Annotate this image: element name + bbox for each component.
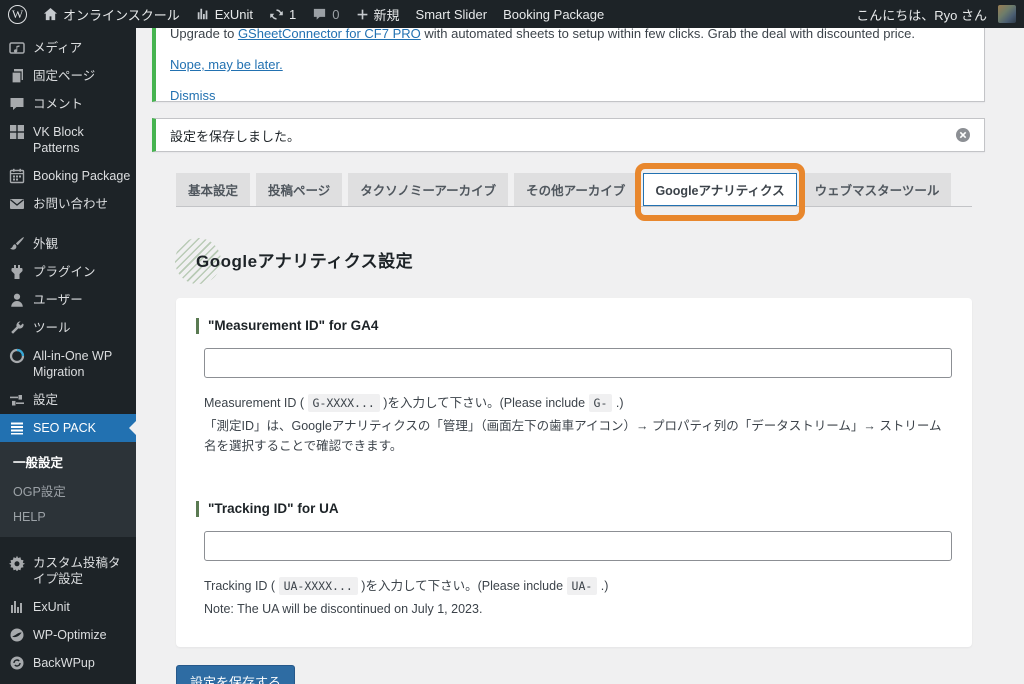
- ga4-section-title: "Measurement ID" for GA4: [196, 318, 952, 334]
- save-settings-button[interactable]: 設定を保存する: [176, 665, 296, 684]
- seo-pack-submenu: 一般設定 OGP設定 HELP: [0, 442, 136, 537]
- content-area: Upgrade to GSheetConnector for CF7 PRO w…: [136, 14, 1024, 684]
- submenu-item-help[interactable]: HELP: [0, 505, 136, 529]
- analytics-settings-card: "Measurement ID" for GA4 Measurement ID …: [176, 298, 972, 648]
- sidebar-item-custom-post-type[interactable]: カスタム投稿タイプ設定: [0, 549, 136, 593]
- sidebar-item-wp-optimize[interactable]: WP-Optimize: [0, 621, 136, 649]
- ua-section-title: "Tracking ID" for UA: [196, 500, 952, 517]
- submenu-item-ogp-settings[interactable]: OGP設定: [0, 476, 136, 505]
- sidebar-item-pages[interactable]: 固定ページ: [0, 62, 136, 90]
- saved-notice: 設定を保存しました。: [152, 118, 985, 152]
- wordpress-admin-screen: W オンラインスクール ExUnit 1 0 新規 Smart Slider B…: [0, 0, 1024, 684]
- sidebar-item-aio-wp-migration[interactable]: All-in-One WP Migration: [0, 342, 136, 386]
- wordpress-logo-icon: W: [8, 4, 27, 24]
- envelope-icon: [10, 199, 24, 209]
- new-content-button[interactable]: 新規: [348, 0, 408, 28]
- sidebar-item-appearance[interactable]: 外観: [0, 230, 136, 258]
- greeting-text: こんにちは、Ryo さん: [856, 7, 987, 23]
- promo-dismiss-link[interactable]: Dismiss: [170, 88, 216, 101]
- sidebar-item-tools[interactable]: ツール: [0, 314, 136, 342]
- migration-icon: [9, 348, 25, 364]
- exunit-toolbar-item[interactable]: ExUnit: [188, 0, 261, 28]
- gear-icon: [9, 555, 25, 571]
- sidebar-item-plugins[interactable]: プラグイン: [0, 258, 136, 286]
- grid-icon: [10, 125, 24, 139]
- pages-icon: [11, 69, 23, 84]
- sidebar-item-backwpup[interactable]: BackWPup: [0, 649, 136, 677]
- sidebar-item-seo-pack[interactable]: SEO PACK: [0, 414, 136, 442]
- backwpup-icon: [10, 656, 24, 670]
- measurement-id-input[interactable]: [204, 348, 952, 378]
- calendar-icon: [9, 168, 25, 184]
- sidebar-item-booking-package[interactable]: Booking Package: [0, 162, 136, 190]
- ga4-code-sample: G-XXXX...: [307, 394, 380, 412]
- media-icon: [9, 42, 25, 54]
- exunit-menu-icon: [11, 601, 22, 613]
- sidebar-item-vk-block-patterns[interactable]: VK Block Patterns: [0, 118, 136, 162]
- ga4-help-text: 「測定ID」は、Googleアナリティクスの「管理」（画面左下の歯車アイコン）→…: [204, 418, 942, 454]
- paintbrush-icon: [10, 237, 24, 250]
- updates-icon: [270, 8, 283, 20]
- admin-menu: メディア 固定ページ コメント VK Block Patterns Bookin…: [0, 28, 136, 684]
- updates-indicator[interactable]: 1: [261, 0, 304, 28]
- tab-basic-settings[interactable]: 基本設定: [176, 173, 251, 206]
- tab-taxonomy-archive[interactable]: タクソノミーアーカイブ: [348, 173, 509, 206]
- wrench-icon: [11, 321, 24, 334]
- seo-pack-icon: [11, 422, 23, 435]
- nope-later-link[interactable]: Nope, may be later.: [170, 57, 283, 72]
- user-icon: [11, 293, 23, 307]
- tracking-id-input[interactable]: [204, 530, 952, 561]
- saved-notice-text: 設定を保存しました。: [170, 128, 301, 144]
- sidebar-item-comments[interactable]: コメント: [0, 90, 136, 118]
- ua-prefix-code: UA-: [566, 576, 598, 595]
- comments-indicator[interactable]: 0: [304, 0, 347, 28]
- admin-bar-right: こんにちは、Ryo さん: [848, 0, 1024, 28]
- tab-webmaster-tools[interactable]: ウェブマスターツール: [802, 173, 952, 206]
- tab-other-archive[interactable]: その他アーカイブ: [514, 173, 638, 206]
- updates-count: 1: [289, 6, 297, 22]
- ua-description: Tracking ID ( UA-XXXX... )を入力して下さい。(Plea…: [204, 576, 609, 595]
- booking-package-toolbar-item[interactable]: Booking Package: [495, 0, 612, 28]
- sidebar-item-users[interactable]: ユーザー: [0, 286, 136, 314]
- site-name-link[interactable]: オンラインスクール: [35, 0, 188, 28]
- settings-icon: [10, 395, 24, 406]
- ga4-prefix-code: G-: [588, 394, 613, 412]
- ua-code-sample: UA-XXXX...: [278, 576, 358, 595]
- comment-icon: [314, 8, 326, 20]
- sidebar-item-exunit[interactable]: ExUnit: [0, 593, 136, 621]
- close-circle-icon: [956, 128, 970, 142]
- plus-icon: [357, 9, 367, 19]
- home-icon: [43, 7, 58, 20]
- promo-upgrade-link[interactable]: GSheetConnector for CF7 PRO: [238, 26, 421, 41]
- submenu-item-general-settings[interactable]: 一般設定: [0, 447, 136, 476]
- comments-icon: [10, 98, 24, 110]
- settings-wrap: 基本設定 投稿ページ タクソノミーアーカイブ その他アーカイブ Googleアナ…: [175, 163, 972, 684]
- settings-tabs: 基本設定 投稿ページ タクソノミーアーカイブ その他アーカイブ Googleアナ…: [176, 163, 972, 221]
- exunit-icon: [197, 8, 208, 20]
- dismiss-notice-button[interactable]: [950, 122, 976, 148]
- sidebar-item-smart-slider[interactable]: Smart Slider: [0, 677, 136, 684]
- admin-bar-left: W オンラインスクール ExUnit 1 0 新規 Smart Slider B…: [0, 0, 612, 28]
- site-name: オンラインスクール: [63, 7, 180, 23]
- ua-note-text: Note: The UA will be discontinued on Jul…: [204, 601, 483, 616]
- admin-bar: W オンラインスクール ExUnit 1 0 新規 Smart Slider B…: [0, 0, 1024, 28]
- sidebar-item-media[interactable]: メディア: [0, 34, 136, 62]
- comments-count: 0: [332, 6, 340, 22]
- wp-logo-menu[interactable]: W: [0, 0, 35, 28]
- tab-google-analytics[interactable]: Googleアナリティクス: [635, 163, 805, 221]
- ga4-description: Measurement ID ( G-XXXX... )を入力して下さい。(Pl…: [204, 394, 624, 412]
- avatar: [998, 5, 1016, 23]
- tab-post-page[interactable]: 投稿ページ: [256, 173, 343, 206]
- sidebar-item-settings[interactable]: 設定: [0, 386, 136, 414]
- account-menu[interactable]: こんにちは、Ryo さん: [848, 0, 1024, 28]
- plugin-icon: [11, 265, 23, 279]
- smart-slider-toolbar-item[interactable]: Smart Slider: [408, 0, 496, 28]
- sidebar-item-contact[interactable]: お問い合わせ: [0, 190, 136, 218]
- wp-optimize-icon: [10, 628, 24, 642]
- page-title: Googleアナリティクス設定: [175, 238, 972, 284]
